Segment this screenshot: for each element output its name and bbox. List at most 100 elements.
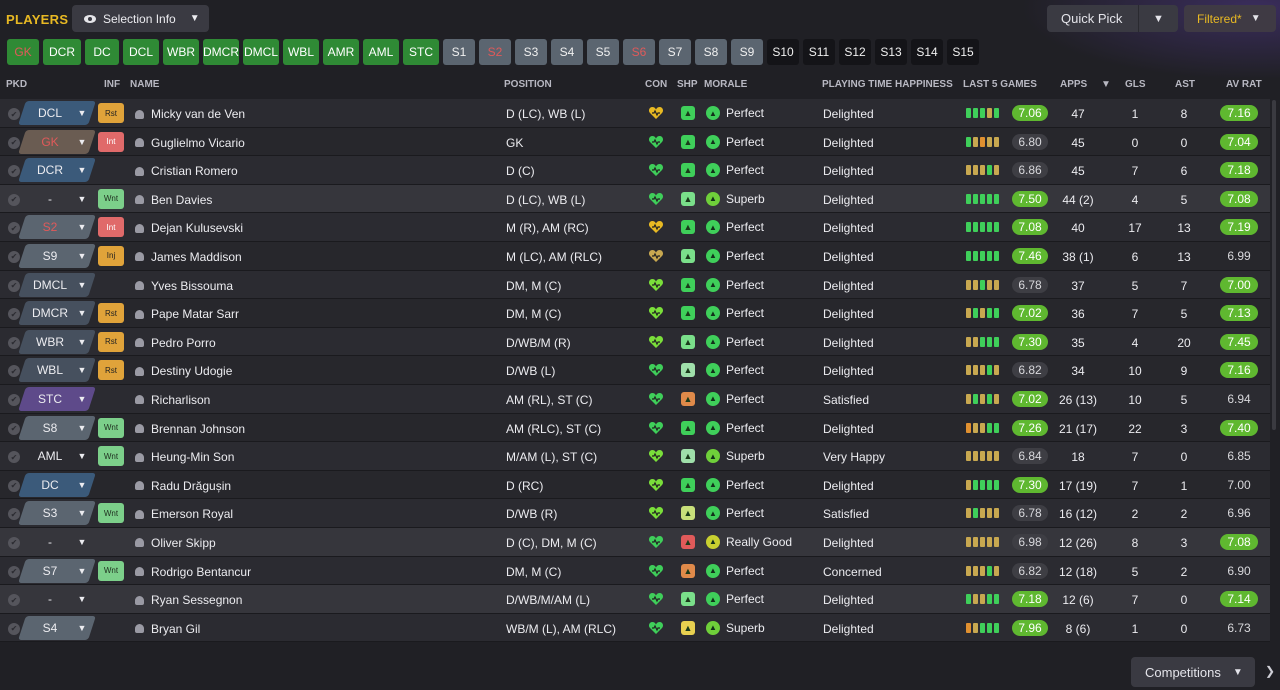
player-name[interactable]: Yves Bissouma — [135, 279, 233, 293]
player-name[interactable]: Emerson Royal — [135, 507, 233, 521]
position-button-dmcr[interactable]: DMCR — [203, 39, 239, 65]
picked-check-icon[interactable]: ✔ — [8, 336, 20, 349]
picked-check-icon[interactable]: ✔ — [8, 279, 20, 292]
picked-check-icon[interactable]: ✔ — [8, 108, 20, 120]
selection-dropdown[interactable]: - ▼ — [18, 187, 96, 211]
selection-dropdown[interactable]: STC ▼ — [18, 386, 96, 411]
table-row[interactable]: ✔ DMCL ▼ Yves Bissouma DM, M (C) ▲ ▲ Perfect Del… — [0, 270, 1270, 300]
table-row[interactable]: ✔ AML ▼ Wnt Heung-Min Son M/AM (L), ST (C) ▲ ▲ S… — [0, 442, 1270, 471]
table-row[interactable]: ✔ DC ▼ Radu Drăgușin D (RC) ▲ ▲ Perfect Delighte… — [0, 470, 1270, 500]
player-name[interactable]: Destiny Udogie — [135, 364, 232, 378]
selection-dropdown[interactable]: S4 ▼ — [18, 615, 96, 640]
selection-dropdown[interactable]: DMCR ▼ — [18, 301, 96, 326]
picked-check-icon[interactable]: ✔ — [8, 250, 20, 263]
selection-info-button[interactable]: Selection Info ▼ — [72, 5, 209, 32]
picked-check-icon[interactable]: ✔ — [8, 365, 20, 378]
player-name[interactable]: Ryan Sessegnon — [135, 593, 242, 607]
table-row[interactable]: ✔ - ▼ Ryan Sessegnon D/WB/M/AM (L) ▲ ▲ Perfect D… — [0, 585, 1270, 614]
player-name[interactable]: Brennan Johnson — [135, 422, 245, 436]
position-button-s13[interactable]: S13 — [875, 39, 907, 65]
col-name[interactable]: NAME — [130, 79, 159, 90]
position-button-wbl[interactable]: WBL — [283, 39, 319, 65]
picked-check-icon[interactable]: ✔ — [8, 193, 20, 206]
col-avrat[interactable]: AV RAT — [1226, 79, 1262, 90]
player-name[interactable]: Guglielmo Vicario — [135, 136, 245, 150]
table-row[interactable]: ✔ S7 ▼ Wnt Rodrigo Bentancur DM, M (C) ▲ ▲ Perfe… — [0, 556, 1270, 586]
position-button-s6[interactable]: S6 — [623, 39, 655, 65]
table-row[interactable]: ✔ S9 ▼ Inj James Maddison M (LC), AM (RLC) ▲ ▲ P… — [0, 241, 1270, 271]
selection-dropdown[interactable]: WBR ▼ — [18, 329, 96, 354]
position-button-aml[interactable]: AML — [363, 39, 399, 65]
player-name[interactable]: Rodrigo Bentancur — [135, 565, 251, 579]
col-playing-time[interactable]: PLAYING TIME HAPPINESS — [822, 79, 953, 90]
table-row[interactable]: ✔ WBL ▼ Rst Destiny Udogie D/WB (L) ▲ ▲ Perfect D… — [0, 356, 1270, 385]
selection-dropdown[interactable]: DC ▼ — [18, 472, 96, 497]
player-name[interactable]: Richarlison — [135, 393, 210, 407]
competitions-button[interactable]: Competitions ▼ — [1131, 657, 1255, 687]
selection-dropdown[interactable]: S7 ▼ — [18, 558, 96, 583]
selection-dropdown[interactable]: - ▼ — [18, 587, 96, 611]
player-name[interactable]: Micky van de Ven — [135, 107, 245, 121]
table-row[interactable]: ✔ WBR ▼ Rst Pedro Porro D/WB/M (R) ▲ ▲ Perfect De… — [0, 327, 1270, 357]
position-button-stc[interactable]: STC — [403, 39, 439, 65]
picked-check-icon[interactable]: ✔ — [8, 308, 20, 321]
table-row[interactable]: ✔ S2 ▼ Int Dejan Kulusevski M (R), AM (RC) ▲ ▲ P… — [0, 213, 1270, 242]
table-row[interactable]: ✔ DCR ▼ Cristian Romero D (C) ▲ ▲ Perfect Deligh… — [0, 156, 1270, 185]
filter-button[interactable]: Filtered* ▼ — [1184, 5, 1276, 32]
scrollbar[interactable] — [1272, 100, 1276, 430]
col-shp[interactable]: SHP — [677, 79, 698, 90]
table-row[interactable]: ✔ S3 ▼ Wnt Emerson Royal D/WB (R) ▲ ▲ Perfect Sat… — [0, 499, 1270, 528]
position-button-dcr[interactable]: DCR — [43, 39, 81, 65]
player-name[interactable]: Ben Davies — [135, 193, 212, 207]
position-button-s7[interactable]: S7 — [659, 39, 691, 65]
picked-check-icon[interactable]: ✔ — [8, 622, 20, 635]
picked-check-icon[interactable]: ✔ — [8, 594, 20, 607]
position-button-amr[interactable]: AMR — [323, 39, 359, 65]
position-button-dc[interactable]: DC — [85, 39, 119, 65]
selection-dropdown[interactable]: AML ▼ — [18, 444, 96, 468]
table-row[interactable]: ✔ S8 ▼ Wnt Brennan Johnson AM (RLC), ST (C) ▲ ▲… — [0, 413, 1270, 443]
selection-dropdown[interactable]: DCR ▼ — [18, 158, 96, 183]
player-name[interactable]: Pedro Porro — [135, 336, 216, 350]
player-name[interactable]: Pape Matar Sarr — [135, 307, 239, 321]
col-con[interactable]: CON — [645, 79, 667, 90]
picked-check-icon[interactable]: ✔ — [8, 165, 20, 178]
col-inf[interactable]: INF — [104, 79, 120, 90]
selection-dropdown[interactable]: S9 ▼ — [18, 243, 96, 268]
position-button-gk[interactable]: GK — [7, 39, 39, 65]
picked-check-icon[interactable]: ✔ — [8, 508, 20, 521]
table-row[interactable]: ✔ S4 ▼ Bryan Gil WB/M (L), AM (RLC) ▲ ▲ Superb D… — [0, 613, 1270, 643]
position-button-s3[interactable]: S3 — [515, 39, 547, 65]
position-button-s10[interactable]: S10 — [767, 39, 799, 65]
picked-check-icon[interactable]: ✔ — [8, 422, 20, 435]
position-button-s1[interactable]: S1 — [443, 39, 475, 65]
selection-dropdown[interactable]: GK ▼ — [18, 129, 96, 154]
table-row[interactable]: ✔ DMCR ▼ Rst Pape Matar Sarr DM, M (C) ▲ ▲ Perfe… — [0, 299, 1270, 328]
player-name[interactable]: Heung-Min Son — [135, 450, 234, 464]
player-name[interactable]: James Maddison — [135, 250, 242, 264]
col-position[interactable]: POSITION — [504, 79, 552, 90]
position-button-dcl[interactable]: DCL — [123, 39, 159, 65]
selection-dropdown[interactable]: DCL ▼ — [18, 101, 96, 125]
selection-dropdown[interactable]: S3 ▼ — [18, 501, 96, 526]
player-name[interactable]: Cristian Romero — [135, 164, 238, 178]
selection-dropdown[interactable]: DMCL ▼ — [18, 272, 96, 297]
selection-dropdown[interactable]: S8 ▼ — [18, 415, 96, 440]
selection-dropdown[interactable]: WBL ▼ — [18, 358, 96, 383]
col-pkd[interactable]: PKD — [6, 79, 27, 90]
chevron-right-icon[interactable]: ❯ — [1265, 664, 1275, 678]
selection-dropdown[interactable]: S2 ▼ — [18, 215, 96, 240]
position-button-s15[interactable]: S15 — [947, 39, 979, 65]
chevron-down-icon[interactable]: ▼ — [1138, 5, 1178, 32]
position-button-s2[interactable]: S2 — [479, 39, 511, 65]
picked-check-icon[interactable]: ✔ — [8, 136, 20, 149]
position-button-s12[interactable]: S12 — [839, 39, 871, 65]
picked-check-icon[interactable]: ✔ — [8, 222, 20, 235]
table-row[interactable]: ✔ - ▼ Wnt Ben Davies D (LC), WB (L) ▲ ▲ Superb De… — [0, 184, 1270, 214]
quick-pick-button[interactable]: Quick Pick ▼ — [1047, 5, 1178, 32]
position-button-s4[interactable]: S4 — [551, 39, 583, 65]
picked-check-icon[interactable]: ✔ — [8, 451, 20, 464]
picked-check-icon[interactable]: ✔ — [8, 536, 20, 549]
player-name[interactable]: Oliver Skipp — [135, 536, 216, 550]
col-ast[interactable]: AST — [1175, 79, 1195, 90]
